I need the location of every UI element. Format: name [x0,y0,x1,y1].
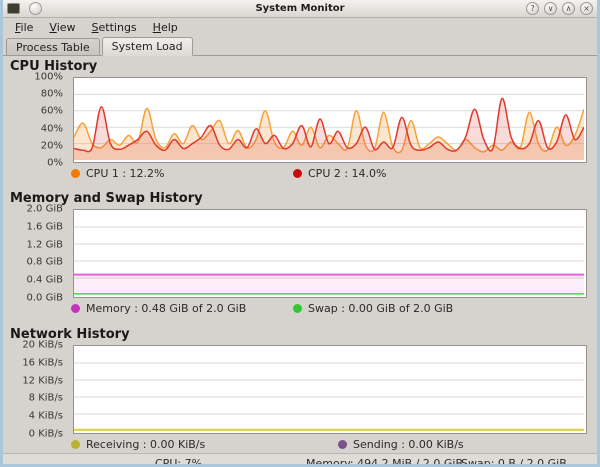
tab-process-table[interactable]: Process Table [6,38,100,55]
window-title: System Monitor [255,3,345,14]
cpu-legend: CPU 1 : 12.2% CPU 2 : 14.0% [3,167,597,182]
sending-legend-label: Sending : 0.00 KiB/s [353,438,464,451]
menu-view[interactable]: View [41,20,83,35]
y-tick-label: 60% [40,105,63,117]
receiving-legend-label: Receiving : 0.00 KiB/s [86,438,206,451]
y-tick-label: 80% [40,88,63,100]
memory-legend-label: Memory : 0.48 GiB of 2.0 GiB [86,302,247,315]
memory-color-dot [71,304,80,313]
swap-legend-item: Swap : 0.00 GiB of 2.0 GiB [293,302,453,315]
cpu-y-axis: 100% 80% 60% 40% 20% 0% [6,72,66,169]
memory-y-axis: 2.0 GiB 1.6 GiB 1.2 GiB 0.8 GiB 0.4 GiB 0.0 G… [6,204,66,304]
maximize-button[interactable]: ∧ [562,2,575,15]
menu-file[interactable]: File [7,20,41,35]
sending-color-dot [338,440,347,449]
close-button[interactable]: × [580,2,593,15]
system-monitor-window: System Monitor ? ∨ ∧ × File View Setting… [0,0,600,467]
y-tick-label: 2.0 GiB [26,203,63,215]
y-tick-label: 4 KiB/s [28,410,63,422]
status-bar: CPU: 7% Memory: 494.2 MiB / 2.0 GiB Swap… [3,453,597,467]
swap-color-dot [293,304,302,313]
cpu2-legend-item: CPU 2 : 14.0% [293,167,387,180]
titlebar[interactable]: System Monitor ? ∨ ∧ × [3,0,597,18]
cpu1-legend-label: CPU 1 : 12.2% [86,167,165,180]
y-tick-label: 1.6 GiB [26,221,63,233]
cpu2-legend-label: CPU 2 : 14.0% [308,167,387,180]
y-tick-label: 0.8 GiB [26,256,63,268]
y-tick-label: 0.4 GiB [26,274,63,286]
network-plot-area [73,345,587,434]
minimize-button[interactable]: ∨ [544,2,557,15]
tab-bar: Process Table System Load [3,36,597,56]
y-tick-label: 12 KiB/s [22,375,63,387]
y-tick-label: 16 KiB/s [22,357,63,369]
y-tick-label: 1.2 GiB [26,239,63,251]
y-tick-label: 100% [34,71,63,83]
menubar: File View Settings Help [3,18,597,36]
status-memory: Memory: 494.2 MiB / 2.0 GiB [306,457,464,467]
network-history-chart: 20 KiB/s 16 KiB/s 12 KiB/s 8 KiB/s 4 KiB/s 0 … [22,340,587,440]
receiving-color-dot [71,440,80,449]
cpu2-color-dot [293,169,302,178]
network-history-title: Network History [10,327,130,342]
menu-settings[interactable]: Settings [84,20,145,35]
cpu-plot-area [73,77,587,163]
y-tick-label: 20 KiB/s [22,339,63,351]
cpu1-color-dot [71,169,80,178]
network-y-axis: 20 KiB/s 16 KiB/s 12 KiB/s 8 KiB/s 4 KiB/s 0 … [6,340,66,440]
window-menu-button[interactable] [29,2,42,15]
y-tick-label: 40% [40,123,63,135]
cpu-history-title: CPU History [10,59,98,74]
cpu-history-chart: 100% 80% 60% 40% 20% 0% [34,72,587,169]
network-legend: Receiving : 0.00 KiB/s Sending : 0.00 Ki… [3,438,597,453]
cpu1-legend-item: CPU 1 : 12.2% [71,167,165,180]
memory-legend-item: Memory : 0.48 GiB of 2.0 GiB [71,302,246,315]
status-swap: Swap: 0 B / 2.0 GiB [461,457,567,467]
memory-legend: Memory : 0.48 GiB of 2.0 GiB Swap : 0.00… [3,302,597,317]
memory-swap-chart: 2.0 GiB 1.6 GiB 1.2 GiB 0.8 GiB 0.4 GiB 0.0 G… [27,204,587,304]
status-cpu: CPU: 7% [155,457,203,467]
y-tick-label: 20% [40,140,63,152]
y-tick-label: 8 KiB/s [28,392,63,404]
receiving-legend-item: Receiving : 0.00 KiB/s [71,438,205,451]
swap-legend-label: Swap : 0.00 GiB of 2.0 GiB [308,302,454,315]
system-load-page: CPU History 100% 80% 60% 40% 20% 0% CPU 1 : 1… [3,56,597,453]
sending-legend-item: Sending : 0.00 KiB/s [338,438,464,451]
tab-system-load[interactable]: System Load [101,37,193,56]
menu-help[interactable]: Help [145,20,186,35]
help-window-button[interactable]: ? [526,2,539,15]
memory-plot-area [73,209,587,298]
memory-swap-history-title: Memory and Swap History [10,191,203,206]
